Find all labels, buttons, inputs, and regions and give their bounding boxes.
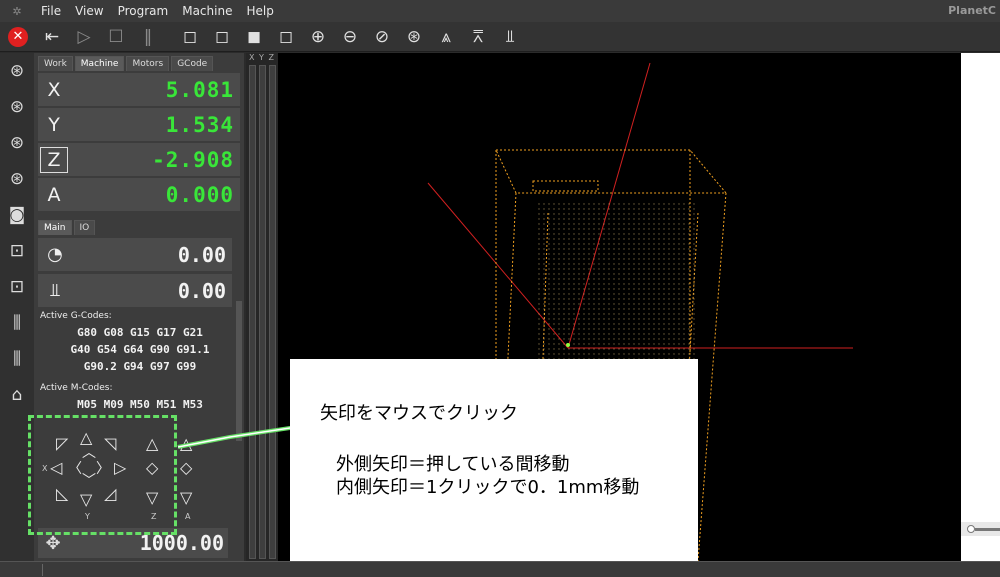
tool-length-icon[interactable]: ⫼ xyxy=(0,305,34,341)
view-front-icon[interactable]: ◼ xyxy=(238,23,270,51)
dro-z[interactable]: Z -2.908 xyxy=(38,143,240,176)
dro-a[interactable]: A 0.000 xyxy=(38,178,240,211)
tool-probe-icon[interactable]: ⫼ xyxy=(0,341,34,377)
zero-xy-icon[interactable]: ⊡ xyxy=(0,233,34,269)
axis-label-x: X xyxy=(47,78,61,101)
view-iso-icon[interactable]: ◻ xyxy=(174,23,206,51)
axis-value-a: 0.000 xyxy=(165,182,234,207)
zero-z-icon[interactable]: ⊡ xyxy=(0,269,34,305)
callout-line-3: 内側矢印＝1クリックで0．1mm移動 xyxy=(336,477,640,498)
meter-y xyxy=(259,65,266,559)
home-z-icon[interactable]: ⊛ xyxy=(0,125,34,161)
tab-gcode[interactable]: GCode xyxy=(171,56,214,71)
tab-motors[interactable]: Motors xyxy=(126,56,170,71)
toolbar: ✕ ⇤ ▷ ☐ ‖ ◻ ◻ ◼ ◻ ⊕ ⊖ ⊘ ⊛ ⩓ ⩞ ⫫ xyxy=(0,22,1000,52)
slider-knob[interactable] xyxy=(967,525,975,533)
right-panel xyxy=(961,53,1000,561)
menu-view[interactable]: View xyxy=(68,4,110,18)
zero-work-icon[interactable]: ◙ xyxy=(0,197,34,233)
home-all-icon[interactable]: ⊛ xyxy=(0,161,34,197)
menu-machine[interactable]: Machine xyxy=(175,4,239,18)
right-slider[interactable] xyxy=(961,522,1000,536)
mcodes-line: M05 M09 M50 M51 M53 xyxy=(77,398,203,411)
axis-label-y: Y xyxy=(48,113,60,136)
view-side-icon[interactable]: ◻ xyxy=(270,23,302,51)
dro-x[interactable]: X 5.081 xyxy=(38,73,240,106)
play-icon[interactable]: ▷ xyxy=(68,23,100,51)
gcodes-list: G80 G08 G15 G17 G21 G40 G54 G64 G90 G91.… xyxy=(42,324,238,375)
spindle-value: 0.00 xyxy=(177,278,226,303)
status-divider xyxy=(42,564,43,576)
axis-value-z: -2.908 xyxy=(152,147,234,172)
status-bar xyxy=(0,561,1000,577)
tool-icon[interactable]: ⫫ xyxy=(494,23,526,51)
jog-a-inner-icon[interactable]: ◇ xyxy=(180,458,192,477)
enter-icon[interactable]: ⇤ xyxy=(36,23,68,51)
view-top-icon[interactable]: ◻ xyxy=(206,23,238,51)
toolpath-icon[interactable]: ⩓ xyxy=(430,23,462,51)
axis-meters: X Y Z xyxy=(246,53,278,561)
zoom-extent-icon[interactable]: ⊛ xyxy=(398,23,430,51)
zoom-fit-icon[interactable]: ⊘ xyxy=(366,23,398,51)
speed-value: 0.00 xyxy=(177,242,226,267)
menu-file[interactable]: File xyxy=(34,4,68,18)
menu-program[interactable]: Program xyxy=(111,4,176,18)
spindle-readout: ⫫ 0.00 xyxy=(38,274,232,307)
home-xy-icon[interactable]: ⊛ xyxy=(0,89,34,125)
app-logo-icon: ✲ xyxy=(12,4,22,18)
callout-line-1: 矢印をマウスでクリック xyxy=(320,403,518,424)
annotation-callout: 矢印をマウスでクリック 外側矢印＝押している間移動 内側矢印＝1クリックで0．1… xyxy=(290,359,698,561)
mcodes-list: M05 M09 M50 M51 M53 xyxy=(42,396,238,413)
home-icon[interactable]: ⌂ xyxy=(0,377,34,413)
stop-icon: ✕ xyxy=(8,26,28,47)
estop-button[interactable]: ✕ xyxy=(0,23,36,51)
axis-value-y: 1.534 xyxy=(165,112,234,137)
zoom-in-icon[interactable]: ⊕ xyxy=(302,23,334,51)
speed-readout: ◔ 0.00 xyxy=(38,238,232,271)
stop-square-icon[interactable]: ☐ xyxy=(100,23,132,51)
tab-main[interactable]: Main xyxy=(38,220,72,235)
spindle-icon: ⫫ xyxy=(49,280,61,301)
tab-machine[interactable]: Machine xyxy=(74,56,125,71)
meter-x xyxy=(249,65,256,559)
jog-a-minus-outer-icon[interactable]: ▽ xyxy=(180,488,192,507)
menu-bar: ✲ File View Program Machine Help PlanetC xyxy=(0,0,1000,22)
dro-y[interactable]: Y 1.534 xyxy=(38,108,240,141)
axis-label-z: Z xyxy=(40,146,68,173)
home-xyz-icon[interactable]: ⊛ xyxy=(0,53,34,89)
gcodes-title: Active G-Codes: xyxy=(40,311,112,321)
speedometer-icon: ◔ xyxy=(47,244,63,265)
gcodes-line: G40 G54 G64 G90 G91.1 xyxy=(70,343,210,356)
mcodes-title: Active M-Codes: xyxy=(40,383,113,393)
gcodes-line: G90.2 G94 G97 G99 xyxy=(83,360,197,373)
zoom-out-icon[interactable]: ⊖ xyxy=(334,23,366,51)
gcodes-line: G80 G08 G15 G17 G21 xyxy=(77,326,203,339)
move-icon: ✥ xyxy=(45,532,61,554)
meter-z xyxy=(269,65,276,559)
dro-tabs: Work Machine Motors GCode xyxy=(34,53,244,71)
meters-header: X Y Z xyxy=(249,53,275,62)
menu-help[interactable]: Help xyxy=(239,4,280,18)
axis-label-a: A xyxy=(47,183,61,206)
toolpath-alt-icon[interactable]: ⩞ xyxy=(462,23,494,51)
jog-a-label: A xyxy=(185,512,191,521)
app-brand: PlanetC xyxy=(948,4,996,17)
main-tabs: Main IO xyxy=(34,215,244,235)
tab-work[interactable]: Work xyxy=(38,56,73,71)
axis-value-x: 5.081 xyxy=(165,77,234,102)
tab-io[interactable]: IO xyxy=(73,220,96,235)
tool-position-marker xyxy=(566,343,570,347)
pause-icon[interactable]: ‖ xyxy=(132,23,164,51)
annotation-highlight-box xyxy=(28,415,177,535)
slider-track xyxy=(975,528,1000,531)
